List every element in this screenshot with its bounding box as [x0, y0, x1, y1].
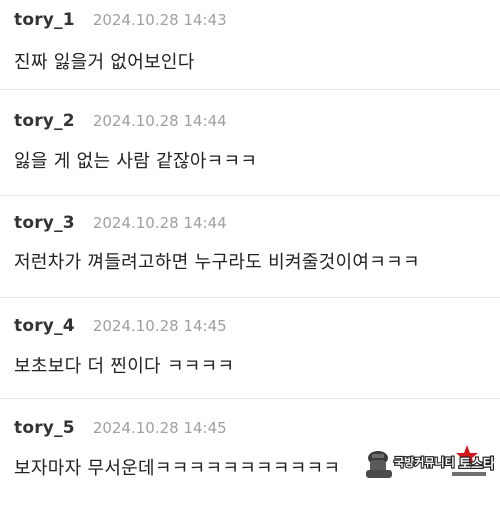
comment-timestamp: 2024.10.28 14:44	[92, 112, 227, 130]
comment-item: tory_4 2024.10.28 14:45 보초보다 더 찐이다 ㅋㅋㅋㅋ	[0, 303, 500, 403]
watermark-logo-graphic: 국방커뮤니티 토스타	[366, 445, 496, 478]
comment-text: 진짜 잃을거 없어보인다	[14, 52, 195, 73]
comment-author[interactable]: tory_2	[14, 111, 75, 131]
comment-text: 보자마자 무서운데ㅋㅋㅋㅋㅋㅋㅋㅋㅋㅋㅋ	[14, 458, 341, 479]
comment-author[interactable]: tory_3	[14, 213, 75, 233]
comment-item: tory_2 2024.10.28 14:44 잃을 게 없는 사람 같잖아ㅋㅋㅋ	[0, 96, 500, 196]
comment-timestamp: 2024.10.28 14:43	[92, 11, 227, 29]
comment-meta: tory_1 2024.10.28 14:43	[14, 10, 227, 34]
comment-text: 잃을 게 없는 사람 같잖아ㅋㅋㅋ	[14, 151, 258, 172]
comment-list: tory_1 2024.10.28 14:43 진짜 잃을거 없어보인다 tory…	[0, 0, 500, 483]
comment-text: 보초보다 더 찐이다 ㅋㅋㅋㅋ	[14, 356, 235, 377]
comment-timestamp: 2024.10.28 14:45	[92, 419, 227, 437]
comment-divider	[0, 195, 500, 196]
comment-divider	[0, 297, 500, 298]
svg-text:국방커뮤니티: 국방커뮤니티	[394, 455, 455, 469]
comment-timestamp: 2024.10.28 14:45	[92, 317, 227, 335]
comment-meta: tory_3 2024.10.28 14:44	[14, 213, 227, 237]
comment-author[interactable]: tory_5	[14, 418, 75, 438]
svg-text:토스타: 토스타	[459, 456, 494, 472]
comment-meta: tory_4 2024.10.28 14:45	[14, 316, 227, 340]
soldier-icon	[366, 451, 392, 478]
watermark-logo: 국방커뮤니티 토스타	[364, 440, 496, 480]
comment-timestamp: 2024.10.28 14:44	[92, 214, 227, 232]
comment-item: tory_1 2024.10.28 14:43 진짜 잃을거 없어보인다	[0, 0, 500, 100]
comment-author[interactable]: tory_4	[14, 316, 75, 336]
comment-item: tory_3 2024.10.28 14:44 저런차가 껴들려고하면 누구라도 …	[0, 200, 500, 300]
comment-divider	[0, 398, 500, 399]
comment-meta: tory_2 2024.10.28 14:44	[14, 111, 227, 135]
comment-divider	[0, 89, 500, 90]
comment-author[interactable]: tory_1	[14, 10, 75, 30]
comment-meta: tory_5 2024.10.28 14:45	[14, 418, 227, 442]
comment-text: 저런차가 껴들려고하면 누구라도 비켜줄것이여ㅋㅋㅋ	[14, 252, 420, 273]
